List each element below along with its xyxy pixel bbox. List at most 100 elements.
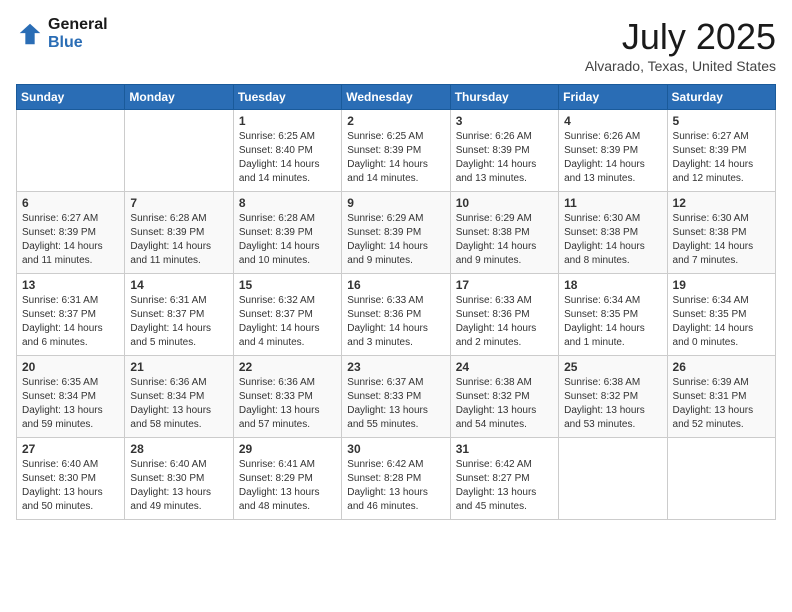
day-number: 9 — [347, 196, 444, 210]
day-info: Sunrise: 6:39 AM Sunset: 8:31 PM Dayligh… — [673, 376, 770, 432]
weekday-header-monday: Monday — [125, 85, 233, 110]
day-number: 12 — [673, 196, 770, 210]
page-header: General Blue July 2025 Alvarado, Texas, … — [16, 16, 776, 74]
calendar-week-3: 13 Sunrise: 6:31 AM Sunset: 8:37 PM Dayli… — [17, 274, 776, 356]
weekday-header-tuesday: Tuesday — [233, 85, 341, 110]
calendar-cell: 21Sunrise: 6:36 AM Sunset: 8:34 PM Dayli… — [125, 356, 233, 438]
day-info: Sunrise: 6:40 AM Sunset: 8:30 PM Dayligh… — [22, 458, 119, 514]
logo-icon — [16, 20, 44, 48]
calendar-cell: 14 Sunrise: 6:31 AM Sunset: 8:37 PM Dayli… — [125, 274, 233, 356]
calendar-cell: 25 Sunrise: 6:38 AM Sunset: 8:32 PM Dayli… — [559, 356, 667, 438]
day-info: Sunrise: 6:28 AM Sunset: 8:39 PM Dayligh… — [239, 212, 336, 268]
day-number: 15 — [239, 278, 336, 292]
calendar-cell: 1 Sunrise: 6:25 AM Sunset: 8:40 PM Daylig… — [233, 110, 341, 192]
calendar-cell: 31Sunrise: 6:42 AM Sunset: 8:27 PM Dayli… — [450, 438, 558, 520]
day-info: Sunrise: 6:30 AM Sunset: 8:38 PM Dayligh… — [673, 212, 770, 268]
weekday-header-sunday: Sunday — [17, 85, 125, 110]
calendar-cell: 8Sunrise: 6:28 AM Sunset: 8:39 PM Daylig… — [233, 192, 341, 274]
day-info: Sunrise: 6:27 AM Sunset: 8:39 PM Dayligh… — [673, 130, 770, 186]
day-number: 2 — [347, 114, 444, 128]
day-info: Sunrise: 6:31 AM Sunset: 8:37 PM Dayligh… — [130, 294, 227, 350]
day-info: Sunrise: 6:29 AM Sunset: 8:38 PM Dayligh… — [456, 212, 553, 268]
day-number: 30 — [347, 442, 444, 456]
calendar-cell: 24Sunrise: 6:38 AM Sunset: 8:32 PM Dayli… — [450, 356, 558, 438]
calendar-cell — [667, 438, 775, 520]
day-number: 17 — [456, 278, 553, 292]
calendar-cell: 29Sunrise: 6:41 AM Sunset: 8:29 PM Dayli… — [233, 438, 341, 520]
calendar-cell: 11 Sunrise: 6:30 AM Sunset: 8:38 PM Dayli… — [559, 192, 667, 274]
logo-text: General Blue — [48, 16, 108, 52]
calendar-table: SundayMondayTuesdayWednesdayThursdayFrid… — [16, 84, 776, 520]
day-number: 28 — [130, 442, 227, 456]
day-info: Sunrise: 6:26 AM Sunset: 8:39 PM Dayligh… — [564, 130, 661, 186]
calendar-week-2: 6 Sunrise: 6:27 AM Sunset: 8:39 PM Daylig… — [17, 192, 776, 274]
weekday-header-wednesday: Wednesday — [342, 85, 450, 110]
day-number: 13 — [22, 278, 119, 292]
calendar-cell: 30 Sunrise: 6:42 AM Sunset: 8:28 PM Dayli… — [342, 438, 450, 520]
weekday-header-saturday: Saturday — [667, 85, 775, 110]
calendar-cell: 17 Sunrise: 6:33 AM Sunset: 8:36 PM Dayli… — [450, 274, 558, 356]
day-info: Sunrise: 6:35 AM Sunset: 8:34 PM Dayligh… — [22, 376, 119, 432]
calendar-cell: 27 Sunrise: 6:40 AM Sunset: 8:30 PM Dayli… — [17, 438, 125, 520]
day-info: Sunrise: 6:42 AM Sunset: 8:28 PM Dayligh… — [347, 458, 444, 514]
calendar-cell: 15Sunrise: 6:32 AM Sunset: 8:37 PM Dayli… — [233, 274, 341, 356]
day-info: Sunrise: 6:36 AM Sunset: 8:33 PM Dayligh… — [239, 376, 336, 432]
day-number: 5 — [673, 114, 770, 128]
logo: General Blue — [16, 16, 108, 52]
day-info: Sunrise: 6:34 AM Sunset: 8:35 PM Dayligh… — [673, 294, 770, 350]
day-info: Sunrise: 6:40 AM Sunset: 8:30 PM Dayligh… — [130, 458, 227, 514]
calendar-cell: 7Sunrise: 6:28 AM Sunset: 8:39 PM Daylig… — [125, 192, 233, 274]
day-number: 3 — [456, 114, 553, 128]
day-number: 1 — [239, 114, 336, 128]
day-number: 6 — [22, 196, 119, 210]
day-info: Sunrise: 6:27 AM Sunset: 8:39 PM Dayligh… — [22, 212, 119, 268]
day-number: 11 — [564, 196, 661, 210]
calendar-cell: 10 Sunrise: 6:29 AM Sunset: 8:38 PM Dayli… — [450, 192, 558, 274]
calendar-cell: 19Sunrise: 6:34 AM Sunset: 8:35 PM Dayli… — [667, 274, 775, 356]
calendar-week-1: 1 Sunrise: 6:25 AM Sunset: 8:40 PM Daylig… — [17, 110, 776, 192]
calendar-cell: 20 Sunrise: 6:35 AM Sunset: 8:34 PM Dayli… — [17, 356, 125, 438]
day-info: Sunrise: 6:38 AM Sunset: 8:32 PM Dayligh… — [456, 376, 553, 432]
day-number: 16 — [347, 278, 444, 292]
calendar-cell — [125, 110, 233, 192]
calendar-cell: 6 Sunrise: 6:27 AM Sunset: 8:39 PM Daylig… — [17, 192, 125, 274]
day-number: 20 — [22, 360, 119, 374]
day-info: Sunrise: 6:25 AM Sunset: 8:40 PM Dayligh… — [239, 130, 336, 186]
day-number: 18 — [564, 278, 661, 292]
calendar-cell: 23Sunrise: 6:37 AM Sunset: 8:33 PM Dayli… — [342, 356, 450, 438]
day-info: Sunrise: 6:33 AM Sunset: 8:36 PM Dayligh… — [456, 294, 553, 350]
calendar-cell: 13 Sunrise: 6:31 AM Sunset: 8:37 PM Dayli… — [17, 274, 125, 356]
calendar-cell: 9 Sunrise: 6:29 AM Sunset: 8:39 PM Daylig… — [342, 192, 450, 274]
weekday-header-friday: Friday — [559, 85, 667, 110]
calendar-cell: 12 Sunrise: 6:30 AM Sunset: 8:38 PM Dayli… — [667, 192, 775, 274]
day-number: 26 — [673, 360, 770, 374]
calendar-cell — [559, 438, 667, 520]
day-number: 14 — [130, 278, 227, 292]
day-number: 10 — [456, 196, 553, 210]
title-block: July 2025 Alvarado, Texas, United States — [585, 16, 776, 74]
day-info: Sunrise: 6:34 AM Sunset: 8:35 PM Dayligh… — [564, 294, 661, 350]
day-number: 22 — [239, 360, 336, 374]
calendar-week-5: 27 Sunrise: 6:40 AM Sunset: 8:30 PM Dayli… — [17, 438, 776, 520]
day-info: Sunrise: 6:29 AM Sunset: 8:39 PM Dayligh… — [347, 212, 444, 268]
day-info: Sunrise: 6:28 AM Sunset: 8:39 PM Dayligh… — [130, 212, 227, 268]
location: Alvarado, Texas, United States — [585, 58, 776, 74]
day-info: Sunrise: 6:33 AM Sunset: 8:36 PM Dayligh… — [347, 294, 444, 350]
day-info: Sunrise: 6:31 AM Sunset: 8:37 PM Dayligh… — [22, 294, 119, 350]
calendar-cell: 2 Sunrise: 6:25 AM Sunset: 8:39 PM Daylig… — [342, 110, 450, 192]
day-number: 25 — [564, 360, 661, 374]
calendar-week-4: 20 Sunrise: 6:35 AM Sunset: 8:34 PM Dayli… — [17, 356, 776, 438]
day-info: Sunrise: 6:41 AM Sunset: 8:29 PM Dayligh… — [239, 458, 336, 514]
day-number: 27 — [22, 442, 119, 456]
day-info: Sunrise: 6:26 AM Sunset: 8:39 PM Dayligh… — [456, 130, 553, 186]
day-info: Sunrise: 6:38 AM Sunset: 8:32 PM Dayligh… — [564, 376, 661, 432]
day-number: 21 — [130, 360, 227, 374]
calendar-cell: 22 Sunrise: 6:36 AM Sunset: 8:33 PM Dayli… — [233, 356, 341, 438]
calendar-cell: 16 Sunrise: 6:33 AM Sunset: 8:36 PM Dayli… — [342, 274, 450, 356]
day-info: Sunrise: 6:25 AM Sunset: 8:39 PM Dayligh… — [347, 130, 444, 186]
day-number: 31 — [456, 442, 553, 456]
calendar-cell: 4Sunrise: 6:26 AM Sunset: 8:39 PM Daylig… — [559, 110, 667, 192]
weekday-header-row: SundayMondayTuesdayWednesdayThursdayFrid… — [17, 85, 776, 110]
day-info: Sunrise: 6:30 AM Sunset: 8:38 PM Dayligh… — [564, 212, 661, 268]
month-title: July 2025 — [585, 16, 776, 58]
